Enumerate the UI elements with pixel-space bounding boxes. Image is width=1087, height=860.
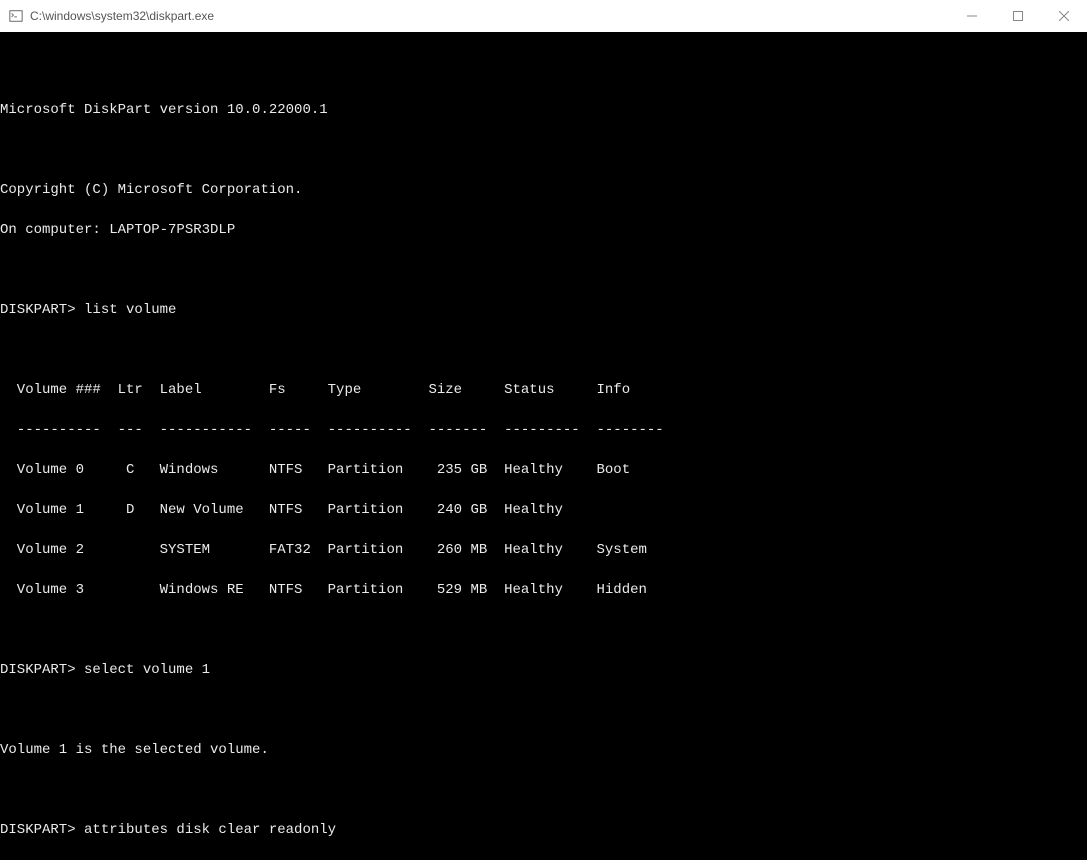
table-row: Volume 2 SYSTEM FAT32 Partition 260 MB H… [0,540,1087,560]
blank-line [0,140,1087,160]
table-row: Volume 1 D New Volume NTFS Partition 240… [0,500,1087,520]
copyright-line: Copyright (C) Microsoft Corporation. [0,180,1087,200]
blank-line [0,780,1087,800]
prompt-line: DISKPART> attributes disk clear readonly [0,820,1087,840]
table-header: Volume ### Ltr Label Fs Type Size Status… [0,380,1087,400]
prompt-line: DISKPART> list volume [0,300,1087,320]
terminal-icon [8,8,24,24]
title-left: C:\windows\system32\diskpart.exe [8,8,214,24]
blank-line [0,700,1087,720]
close-button[interactable] [1041,0,1087,32]
window-controls [949,0,1087,32]
table-row: Volume 0 C Windows NTFS Partition 235 GB… [0,460,1087,480]
blank-line [0,60,1087,80]
table-row: Volume 3 Windows RE NTFS Partition 529 M… [0,580,1087,600]
title-bar: C:\windows\system32\diskpart.exe [0,0,1087,32]
blank-line [0,340,1087,360]
blank-line [0,260,1087,280]
window-title: C:\windows\system32\diskpart.exe [30,9,214,23]
minimize-button[interactable] [949,0,995,32]
table-divider: ---------- --- ----------- ----- -------… [0,420,1087,440]
maximize-button[interactable] [995,0,1041,32]
response-line: Volume 1 is the selected volume. [0,740,1087,760]
computer-line: On computer: LAPTOP-7PSR3DLP [0,220,1087,240]
version-line: Microsoft DiskPart version 10.0.22000.1 [0,100,1087,120]
prompt-line: DISKPART> select volume 1 [0,660,1087,680]
blank-line [0,620,1087,640]
terminal-output[interactable]: Microsoft DiskPart version 10.0.22000.1 … [0,32,1087,860]
